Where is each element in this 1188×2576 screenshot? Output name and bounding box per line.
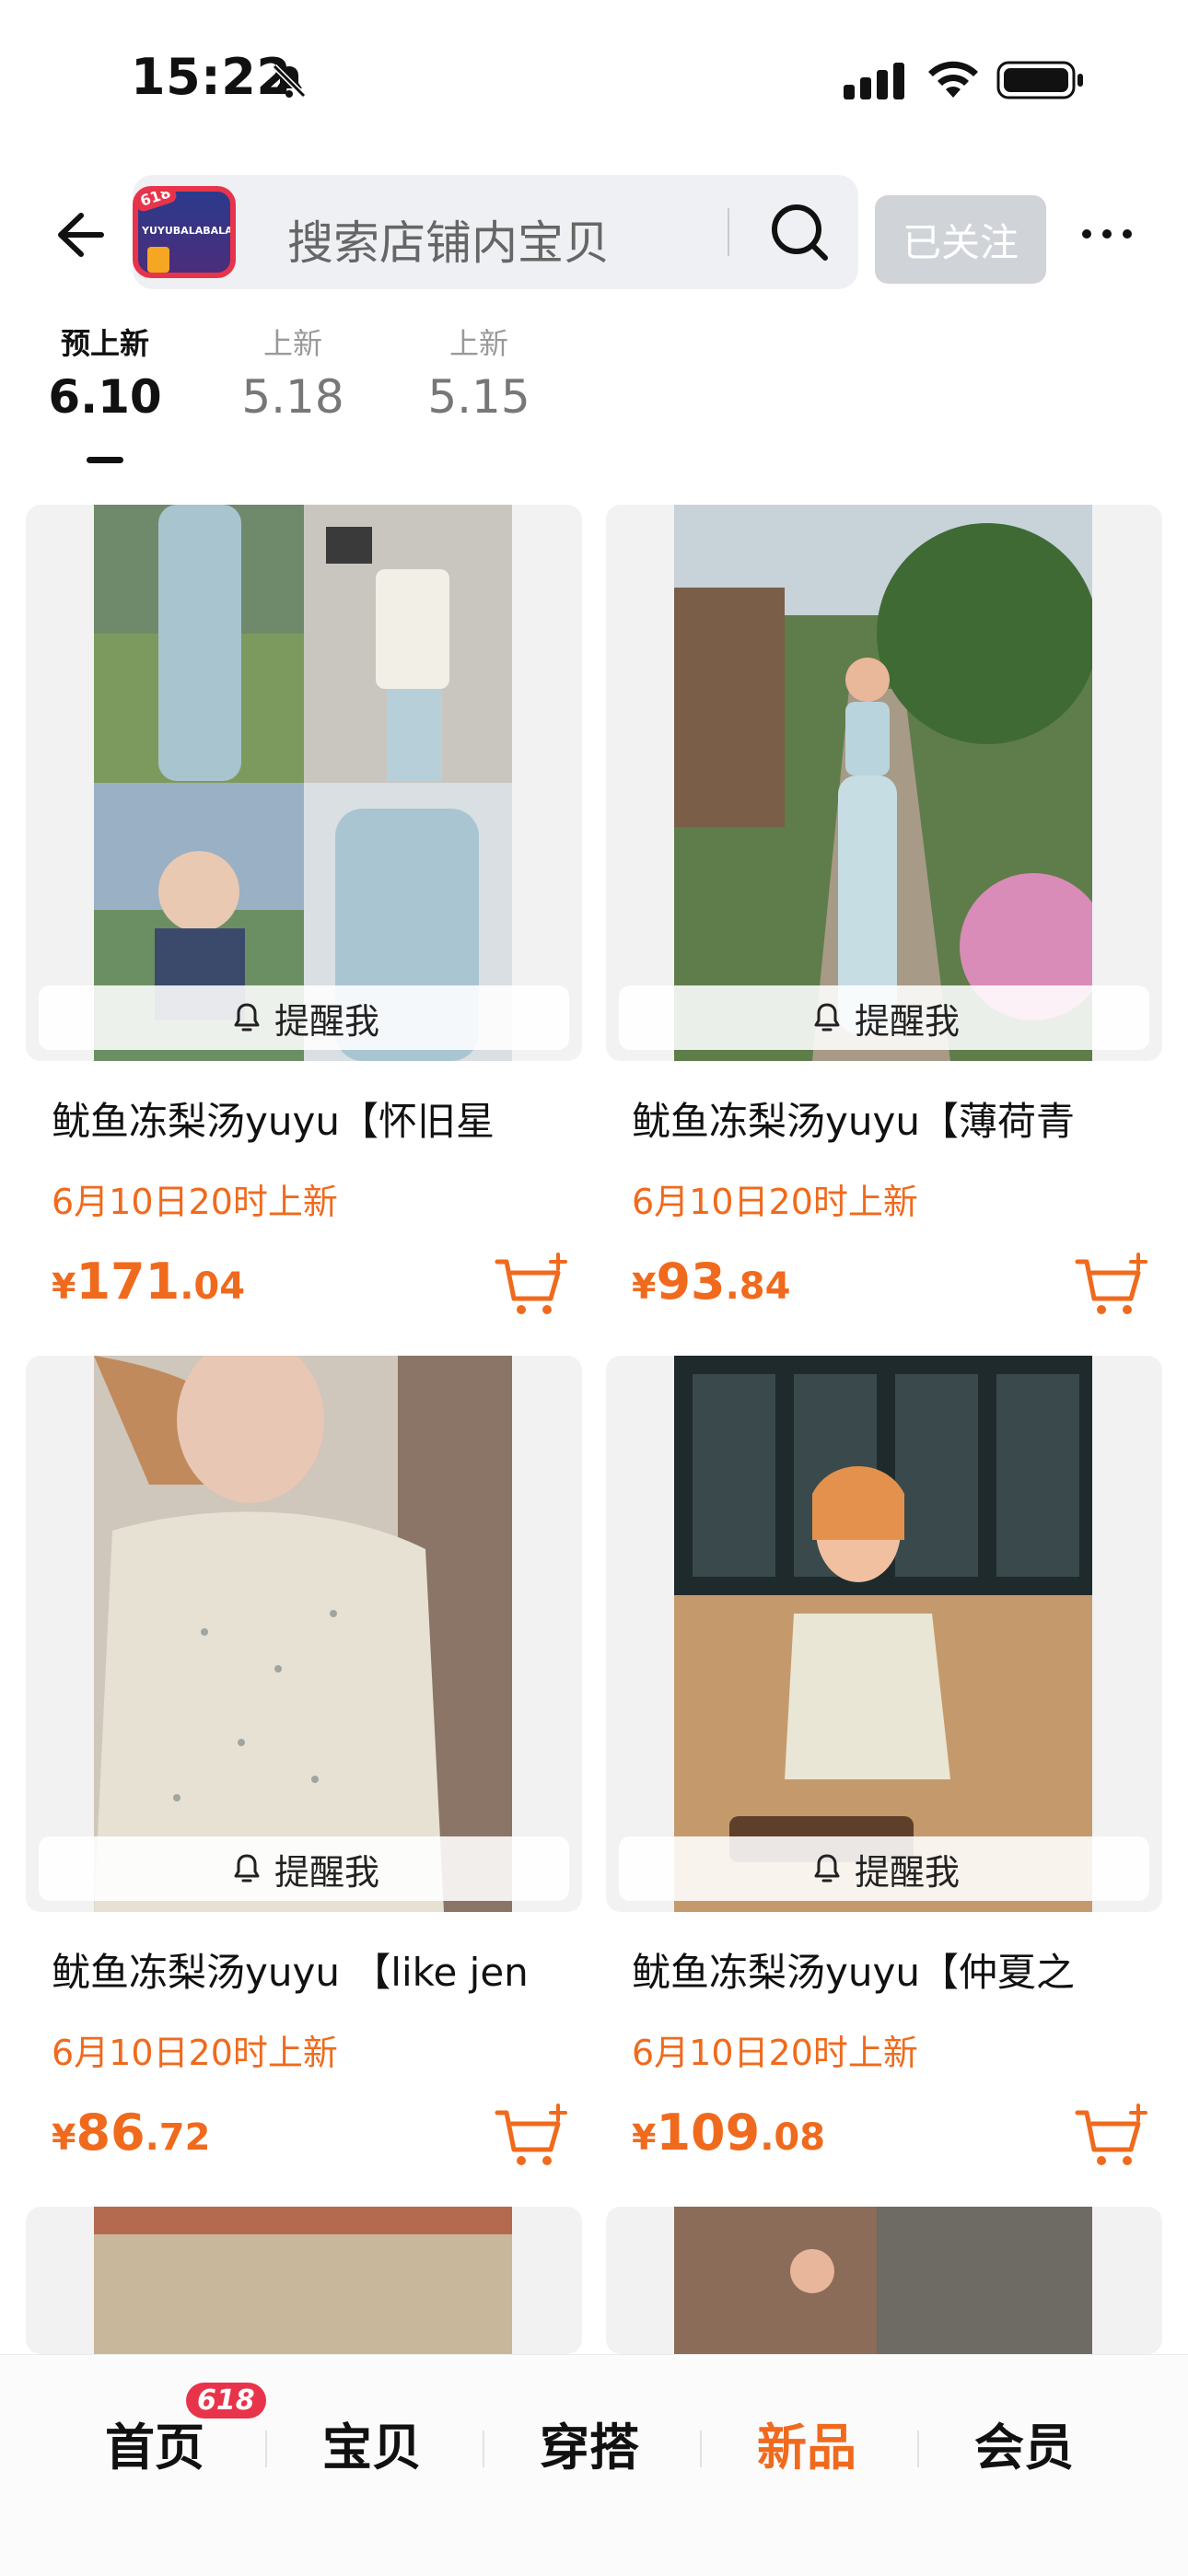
nav-new-arrivals[interactable]: 新品: [698, 2407, 915, 2479]
logo-text: YUYUBALABALA: [142, 225, 233, 237]
nav-membership[interactable]: 会员: [915, 2407, 1133, 2479]
search-bar[interactable]: 618 YUYUBALABALA 搜索店铺内宝贝: [133, 175, 858, 289]
tab-label: 预上新: [60, 326, 149, 361]
release-time: 6月10日20时上新: [52, 2033, 338, 2073]
product-photo: [674, 1356, 1092, 1912]
product-price: ¥ 93 .84: [632, 1253, 790, 1311]
remind-label: 提醒我: [274, 1851, 379, 1893]
cart-add-icon[interactable]: [494, 2102, 571, 2172]
cart-add-icon[interactable]: [1074, 1251, 1151, 1321]
date-tab-5-18[interactable]: 上新 5.18: [219, 322, 367, 429]
product-image[interactable]: [606, 2207, 1162, 2354]
remind-me-button[interactable]: 提醒我: [39, 1836, 569, 1901]
search-icon[interactable]: [766, 199, 833, 265]
release-time: 6月10日20时上新: [52, 1182, 338, 1222]
price-decimal: .04: [180, 1265, 246, 1308]
product-image[interactable]: 提醒我: [26, 1356, 582, 1912]
price-decimal: .72: [145, 2116, 211, 2159]
nav-products[interactable]: 宝贝: [263, 2407, 481, 2479]
product-image[interactable]: 提醒我: [606, 505, 1162, 1061]
tab-label: 上新: [262, 326, 322, 361]
cart-add-icon[interactable]: [494, 1251, 571, 1321]
status-time: 15:22: [131, 48, 292, 106]
promo-badge: 618: [186, 2383, 266, 2419]
more-icon[interactable]: [1077, 216, 1136, 252]
product-card[interactable]: 提醒我 鱿鱼冻梨汤yuyu【怀旧星 6月10日20时上新 ¥ 171 .04: [26, 505, 582, 1343]
product-title[interactable]: 鱿鱼冻梨汤yuyu【怀旧星: [52, 1090, 567, 1147]
search-divider: [728, 208, 729, 256]
date-tab-6-10[interactable]: 预上新 6.10: [31, 322, 179, 429]
tab-date: 6.10: [48, 370, 162, 424]
remind-me-button[interactable]: 提醒我: [619, 1836, 1149, 1901]
tab-date: 5.18: [241, 370, 344, 424]
price-integer: 171: [76, 1253, 181, 1311]
nav-outfits[interactable]: 穿搭: [481, 2407, 698, 2479]
product-card[interactable]: 提醒我 鱿鱼冻梨汤yuyu【薄荷青 6月10日20时上新 ¥ 93 .84: [606, 505, 1162, 1343]
bell-icon: [814, 1854, 840, 1882]
date-tab-5-15[interactable]: 上新 5.15: [405, 322, 553, 429]
price-currency: ¥: [52, 2117, 76, 2158]
product-photo: [674, 2207, 1092, 2354]
release-time: 6月10日20时上新: [632, 2033, 918, 2073]
tab-date: 5.15: [427, 370, 530, 424]
price-decimal: .08: [760, 2116, 826, 2159]
remind-label: 提醒我: [854, 1000, 960, 1042]
active-tab-indicator: [87, 457, 123, 463]
product-photo: [674, 505, 1092, 1061]
price-decimal: .84: [725, 1265, 791, 1308]
battery-icon: [996, 61, 1083, 99]
product-photo: [94, 2207, 512, 2354]
product-price: ¥ 86 .72: [52, 2104, 210, 2162]
price-currency: ¥: [632, 1266, 657, 1307]
product-image[interactable]: [26, 2207, 582, 2354]
bell-icon: [234, 1003, 260, 1032]
product-image[interactable]: 提醒我: [606, 1356, 1162, 1912]
date-tabs: 预上新 6.10 上新 5.18 上新 5.15: [0, 322, 1188, 470]
signal-icon: [844, 63, 904, 99]
price-integer: 93: [656, 1253, 726, 1311]
remind-label: 提醒我: [274, 1000, 379, 1042]
back-arrow-icon[interactable]: [44, 203, 109, 267]
price-integer: 109: [656, 2104, 761, 2162]
price-integer: 86: [76, 2104, 146, 2162]
status-bar: 15:22: [0, 0, 1188, 157]
product-title[interactable]: 鱿鱼冻梨汤yuyu【仲夏之: [632, 1941, 1147, 1998]
wifi-icon: [928, 61, 978, 98]
release-time: 6月10日20时上新: [632, 1182, 918, 1222]
tab-label: 上新: [448, 326, 508, 361]
shop-header: 618 YUYUBALABALA 搜索店铺内宝贝 已关注: [0, 166, 1188, 295]
cart-add-icon[interactable]: [1074, 2102, 1151, 2172]
product-card[interactable]: [606, 2207, 1162, 2354]
product-title[interactable]: 鱿鱼冻梨汤yuyu 【like jen: [52, 1941, 567, 1998]
follow-button[interactable]: 已关注: [875, 195, 1046, 284]
product-image[interactable]: 提醒我: [26, 505, 582, 1061]
logo-badge: 618: [138, 192, 179, 214]
price-currency: ¥: [52, 1266, 76, 1307]
remind-me-button[interactable]: 提醒我: [39, 985, 569, 1050]
price-currency: ¥: [632, 2117, 657, 2158]
product-card[interactable]: 提醒我 鱿鱼冻梨汤yuyu【仲夏之 6月10日20时上新 ¥ 109 .08: [606, 1356, 1162, 2194]
search-input[interactable]: 搜索店铺内宝贝: [287, 206, 610, 273]
remind-label: 提醒我: [854, 1851, 960, 1893]
product-title[interactable]: 鱿鱼冻梨汤yuyu【薄荷青: [632, 1090, 1147, 1147]
product-card[interactable]: 提醒我 鱿鱼冻梨汤yuyu 【like jen 6月10日20时上新 ¥ 86 …: [26, 1356, 582, 2194]
remind-me-button[interactable]: 提醒我: [619, 985, 1149, 1050]
bottom-nav: 首页 618 宝贝 穿搭 新品 会员: [0, 2354, 1188, 2576]
product-card[interactable]: [26, 2207, 582, 2354]
product-photo: [94, 505, 512, 1061]
product-price: ¥ 171 .04: [52, 1253, 245, 1311]
bell-icon: [234, 1854, 260, 1882]
shopping-bag-icon: [147, 247, 169, 273]
bell-off-icon: [272, 64, 307, 99]
bell-icon: [814, 1003, 840, 1032]
product-price: ¥ 109 .08: [632, 2104, 825, 2162]
product-photo: [94, 1356, 512, 1912]
shop-logo[interactable]: 618 YUYUBALABALA: [133, 186, 236, 278]
